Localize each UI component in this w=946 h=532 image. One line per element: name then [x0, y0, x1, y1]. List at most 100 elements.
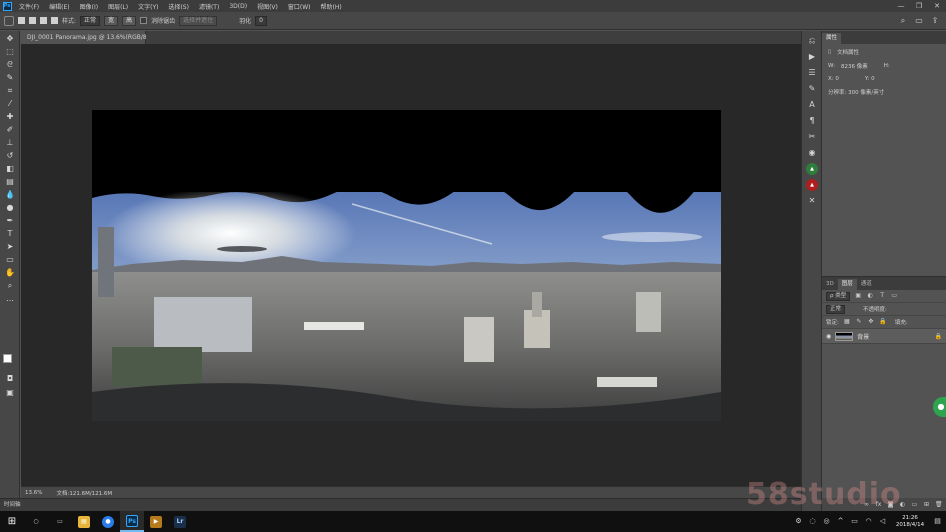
layer-background[interactable]: ◉ 背景 🔒 [822, 329, 946, 344]
brush-settings-icon[interactable]: ✎ [806, 83, 818, 95]
eyedropper-tool-icon[interactable]: ⁄ [4, 98, 16, 109]
move-tool-icon[interactable]: ✥ [4, 33, 16, 44]
document-tab[interactable]: DJI_0001 Panorama.jpg @ 13.6%(RGB/8)× [21, 31, 158, 44]
menu-edit[interactable]: 编辑(E) [44, 2, 74, 11]
menu-layer[interactable]: 图层(L) [103, 2, 133, 11]
tab-channels[interactable]: 通道 [857, 279, 876, 290]
style-select[interactable]: 正常 [80, 15, 101, 26]
filter-shape-icon[interactable]: ▭ [890, 292, 898, 300]
floating-widget-icon[interactable]: ● [933, 397, 946, 417]
menu-3d[interactable]: 3D(D) [224, 3, 252, 10]
lasso-tool-icon[interactable]: ᘓ [4, 59, 16, 70]
delete-layer-icon[interactable]: 🗑 [935, 501, 943, 508]
timeline-panel[interactable]: 时间轴 [0, 498, 801, 511]
history-icon[interactable]: ⎌ [806, 35, 818, 47]
eraser-tool-icon[interactable]: ◧ [4, 163, 16, 174]
paragraph-icon[interactable]: ¶ [806, 115, 818, 127]
tray-volume-icon[interactable]: ◁ [878, 517, 887, 526]
menu-type[interactable]: 文字(Y) [133, 2, 163, 11]
tab-layers[interactable]: 图层 [837, 279, 857, 290]
foreground-color-swatch[interactable] [3, 354, 12, 363]
tray-network-icon[interactable]: ◌ [808, 517, 817, 526]
character-icon[interactable]: A [806, 99, 818, 111]
menu-window[interactable]: 窗口(W) [283, 2, 316, 11]
layer-kind-filter[interactable]: ρ 类型 [826, 291, 851, 301]
clock[interactable]: 21:26 2018/4/14 [892, 515, 928, 529]
filter-type-icon[interactable]: T [878, 292, 886, 300]
maximize-button[interactable]: ❐ [910, 0, 928, 12]
path-select-icon[interactable]: ➤ [4, 241, 16, 252]
subtract-selection-icon[interactable] [40, 17, 47, 24]
quick-select-tool-icon[interactable]: ✎ [4, 72, 16, 83]
width-field[interactable]: 宽 [104, 15, 119, 26]
menu-image[interactable]: 图像(I) [75, 2, 103, 11]
close-window-button[interactable]: ✕ [928, 0, 946, 12]
search-icon[interactable]: ⌕ [898, 16, 908, 26]
menu-help[interactable]: 帮助(H) [316, 2, 347, 11]
x-value[interactable]: X: 0 [828, 76, 839, 82]
type-tool-icon[interactable]: T [4, 228, 16, 239]
new-group-icon[interactable]: ▭ [911, 501, 918, 508]
hand-tool-icon[interactable]: ✋ [4, 267, 16, 278]
antialias-checkbox[interactable] [140, 17, 148, 24]
crop-tool-icon[interactable]: ⌗ [4, 85, 16, 96]
workspace-icon[interactable]: ▭ [914, 16, 924, 26]
notification-icon[interactable]: ▤ [933, 517, 942, 526]
y-value[interactable]: Y: 0 [865, 76, 875, 82]
taskbar-search-icon[interactable]: ○ [24, 511, 48, 532]
feather-input[interactable]: 0 [255, 15, 267, 26]
history-brush-icon[interactable]: ↺ [4, 150, 16, 161]
navigator-icon[interactable]: ✕ [806, 195, 818, 207]
menu-filter[interactable]: 滤镜(T) [194, 2, 224, 11]
tray-chevron-icon[interactable]: ^ [836, 517, 845, 526]
width-value[interactable]: 8236 像素 [841, 62, 868, 70]
healing-tool-icon[interactable]: ✚ [4, 111, 16, 122]
screen-mode-icon[interactable]: ▣ [4, 387, 16, 398]
actions-icon[interactable]: ▶ [806, 51, 818, 63]
intersect-selection-icon[interactable] [51, 17, 58, 24]
plugin-red-icon[interactable]: ▲ [806, 179, 818, 191]
photoshop-taskbar-icon[interactable]: Ps [120, 511, 144, 532]
marquee-tool-icon[interactable]: ⬚ [4, 46, 16, 57]
panorama-image[interactable] [92, 192, 721, 421]
gradient-tool-icon[interactable]: ▤ [4, 176, 16, 187]
media-player-icon[interactable]: ▶ [144, 511, 168, 532]
add-selection-icon[interactable] [29, 17, 36, 24]
lock-move-icon[interactable]: ✥ [867, 318, 875, 326]
tray-app-icon[interactable]: ◎ [822, 517, 831, 526]
blur-tool-icon[interactable]: 💧 [4, 189, 16, 200]
new-layer-icon[interactable]: ⊞ [923, 501, 930, 508]
menu-file[interactable]: 文件(F) [14, 2, 44, 11]
marquee-preset-icon[interactable] [4, 15, 14, 26]
filter-adjust-icon[interactable]: ◐ [866, 292, 874, 300]
swatches-icon[interactable]: ◉ [806, 147, 818, 159]
lock-brush-icon[interactable]: ✎ [855, 318, 863, 326]
tray-battery-icon[interactable]: ▭ [850, 517, 859, 526]
tray-wifi-icon[interactable]: ◠ [864, 517, 873, 526]
chrome-icon[interactable]: ● [96, 511, 120, 532]
minimize-button[interactable]: — [892, 0, 910, 12]
lock-pixels-icon[interactable]: ▦ [843, 318, 851, 326]
start-button[interactable]: ⊞ [0, 511, 24, 532]
quick-mask-icon[interactable]: ◘ [4, 373, 16, 384]
menu-select[interactable]: 选择(S) [163, 2, 194, 11]
tray-settings-icon[interactable]: ⚙ [794, 517, 803, 526]
adjustments-icon[interactable]: ☰ [806, 67, 818, 79]
share-icon[interactable]: ⇪ [930, 16, 940, 26]
new-selection-icon[interactable] [18, 17, 25, 24]
pen-tool-icon[interactable]: ✒ [4, 215, 16, 226]
stamp-tool-icon[interactable]: ⊥ [4, 137, 16, 148]
shape-tool-icon[interactable]: ▭ [4, 254, 16, 265]
tools-icon[interactable]: ✂ [806, 131, 818, 143]
lock-all-icon[interactable]: 🔒 [879, 318, 887, 326]
dodge-tool-icon[interactable]: ● [4, 202, 16, 213]
visibility-eye-icon[interactable]: ◉ [826, 333, 831, 340]
more-tools-icon[interactable]: … [4, 293, 16, 304]
zoom-level[interactable]: 13.6% [25, 490, 42, 496]
menu-view[interactable]: 视图(V) [252, 2, 283, 11]
select-and-mask-button[interactable]: 选择并遮住 [179, 15, 218, 26]
zoom-tool-icon[interactable]: ⌕ [4, 280, 16, 291]
tab-3d[interactable]: 3D [822, 279, 838, 290]
plugin-green-icon[interactable]: ▲ [806, 163, 818, 175]
task-view-icon[interactable]: ▭ [48, 511, 72, 532]
